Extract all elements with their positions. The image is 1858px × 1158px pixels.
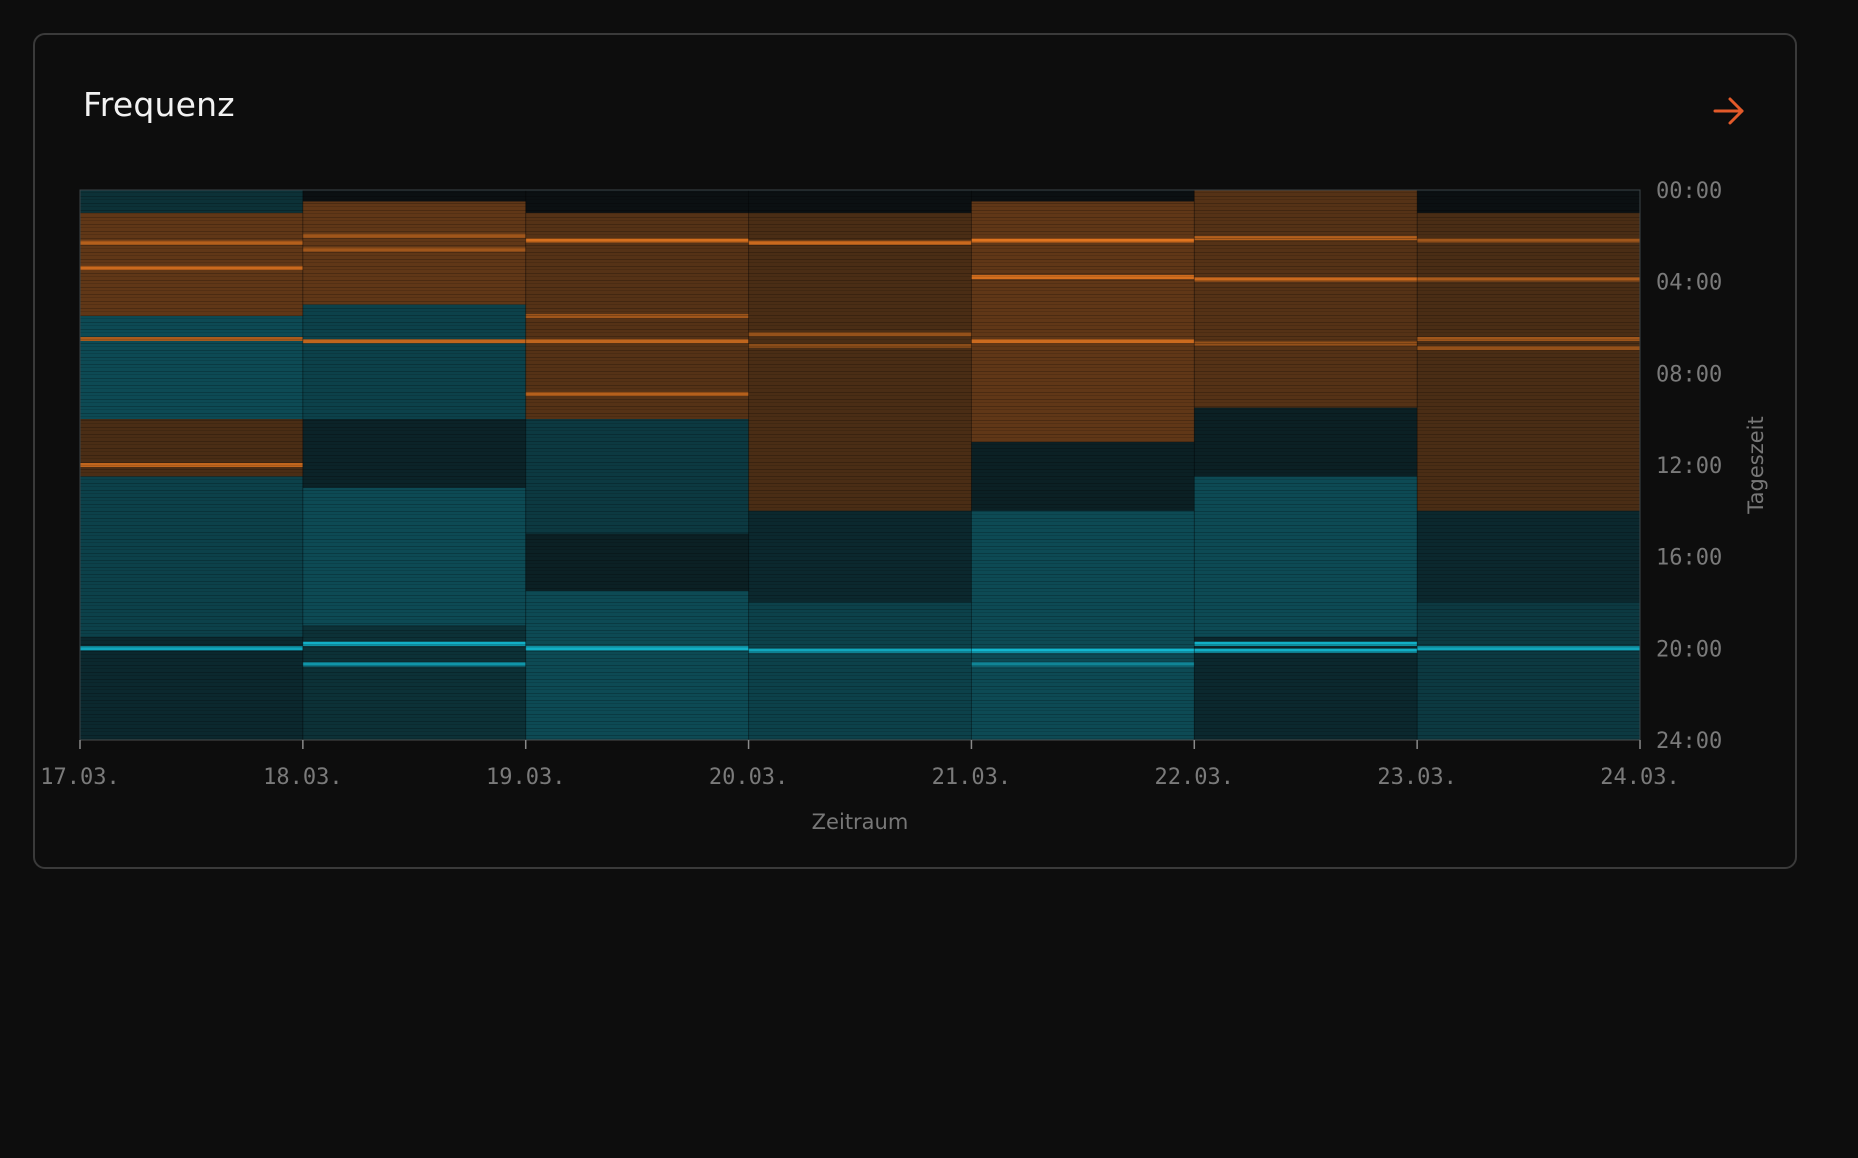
y-tick-label: 24:00 <box>1656 729 1722 754</box>
y-tick-label: 04:00 <box>1656 271 1722 296</box>
x-tick-label: 24.03. <box>1600 765 1679 790</box>
y-tick-label: 08:00 <box>1656 362 1722 387</box>
x-axis: 17.03. 18.03. 19.03. 20.03. 21.03. 22.03. 23.0… <box>40 739 1680 790</box>
x-tick-label: 19.03. <box>486 765 565 790</box>
heatmap-texture <box>80 190 1640 740</box>
x-tick-label: 23.03. <box>1377 765 1456 790</box>
x-tick-label: 17.03. <box>40 765 119 790</box>
x-tick-label: 21.03. <box>932 765 1011 790</box>
frequency-heatmap: 17.03. 18.03. 19.03. 20.03. 21.03. 22.03. 23.0… <box>40 179 1768 834</box>
y-axis: 00:00 04:00 08:00 12:00 16:00 20:00 24:00 <box>1656 179 1722 754</box>
y-tick-label: 12:00 <box>1656 454 1722 479</box>
y-tick-label: 20:00 <box>1656 637 1722 662</box>
x-tick-label: 22.03. <box>1155 765 1234 790</box>
y-tick-label: 16:00 <box>1656 546 1722 571</box>
y-tick-label: 00:00 <box>1656 179 1722 204</box>
x-tick-label: 20.03. <box>709 765 788 790</box>
y-axis-title: Tageszeit <box>1744 416 1768 514</box>
x-axis-title: Zeitraum <box>812 810 909 834</box>
x-tick-label: 18.03. <box>263 765 342 790</box>
